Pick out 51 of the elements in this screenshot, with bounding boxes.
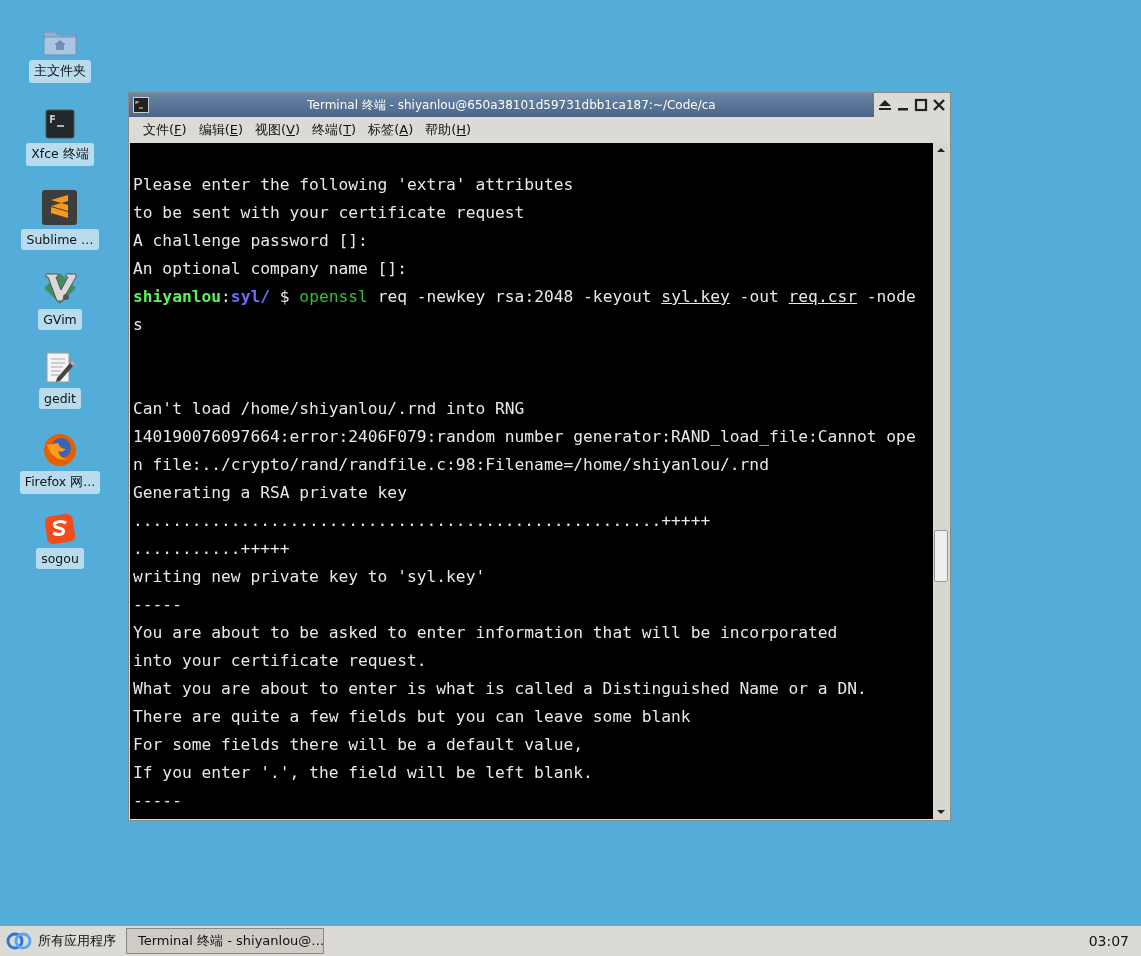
terminal-line: writing new private key to 'syl.key' [133,566,487,588]
command-line: shiyanlou:syl/ $ openssl req -newkey rsa:2048 -keyout syl.key -out req.csr -node [133,286,917,308]
terminal-line: There are quite a few fields but you can leave some blank [133,706,692,728]
terminal-line: What you are about to enter is what is called a Distinguished Name or a DN. [133,678,868,700]
fox-globe-icon[interactable] [43,433,77,467]
terminal-line: into your certificate request. [133,650,428,672]
desktop-icon-label[interactable]: sogou [36,548,84,569]
desktop-icon-label[interactable]: GVim [38,309,82,330]
vim-logo-icon[interactable] [42,271,78,305]
terminal-line: ----- [133,594,183,616]
terminal-line: to be sent with your certificate request [133,202,526,224]
shade-icon[interactable] [878,98,892,112]
scrollbar[interactable] [933,143,949,819]
terminal-line: For some fields there will be a default value, [133,734,585,756]
terminal-line: ...........+++++ [133,538,291,560]
applications-menu[interactable]: 所有应用程序 [38,932,116,950]
terminal-icon [133,97,149,113]
terminal-line: An optional company name []: [133,258,408,280]
terminal-line: If you enter '.', the field will be left blank. [133,762,594,784]
window-title: Terminal 终端 - shiyanlou@650a38101d59731dbb1ca187:~/Code/ca [306,96,717,114]
menu-item[interactable]: 标签(A) [362,118,420,142]
taskbar-button[interactable]: Terminal 终端 - shiyanlou@… [126,928,324,954]
close-icon[interactable] [932,98,946,112]
terminal-line: Can't load /home/shiyanlou/.rnd into RNG [133,398,526,420]
clock: 03:07 [1088,933,1129,949]
terminal-line: Generating a RSA private key [133,482,408,504]
terminal-line: 140190076097664:error:2406F079:random number generator:RAND_load_file:Cannot ope [133,426,917,448]
maximize-icon[interactable] [914,98,928,112]
menu-item[interactable]: 终端(T) [306,118,363,142]
desktop-icon-label[interactable]: Xfce 终端 [26,143,94,166]
terminal-line: ----- [133,790,183,812]
menu-item[interactable]: 视图(V) [249,118,307,142]
text-editor-icon[interactable] [45,352,75,384]
desktop-icon-label[interactable]: gedit [39,388,81,409]
terminal-icon[interactable] [45,109,75,139]
terminal-line: ......................................................+++++ [133,510,712,532]
terminal-line: A challenge password []: [133,230,369,252]
terminal-line: You are about to be asked to enter information that will be incorporated [133,622,839,644]
menu-item[interactable]: 编辑(E) [192,118,249,142]
terminal-line: n file:../crypto/rand/randfile.c:98:Filename=/home/shiyanlou/.rnd [133,454,770,476]
desktop-icon-label[interactable]: 主文件夹 [29,60,91,83]
s-logo-icon[interactable] [45,514,75,544]
terminal-line: s [133,314,144,336]
menu-item[interactable]: 帮助(H) [419,118,478,142]
scrollbar-thumb[interactable] [934,530,948,582]
rings-logo-icon[interactable] [6,932,32,950]
desktop-icon-label[interactable]: Firefox 网... [19,471,101,494]
terminal-line: Please enter the following 'extra' attributes [133,174,575,196]
menu-item[interactable]: 文件(F) [137,118,193,142]
desktop-icon-label[interactable]: Sublime … [21,229,99,250]
sublime-logo-icon[interactable] [42,190,78,225]
